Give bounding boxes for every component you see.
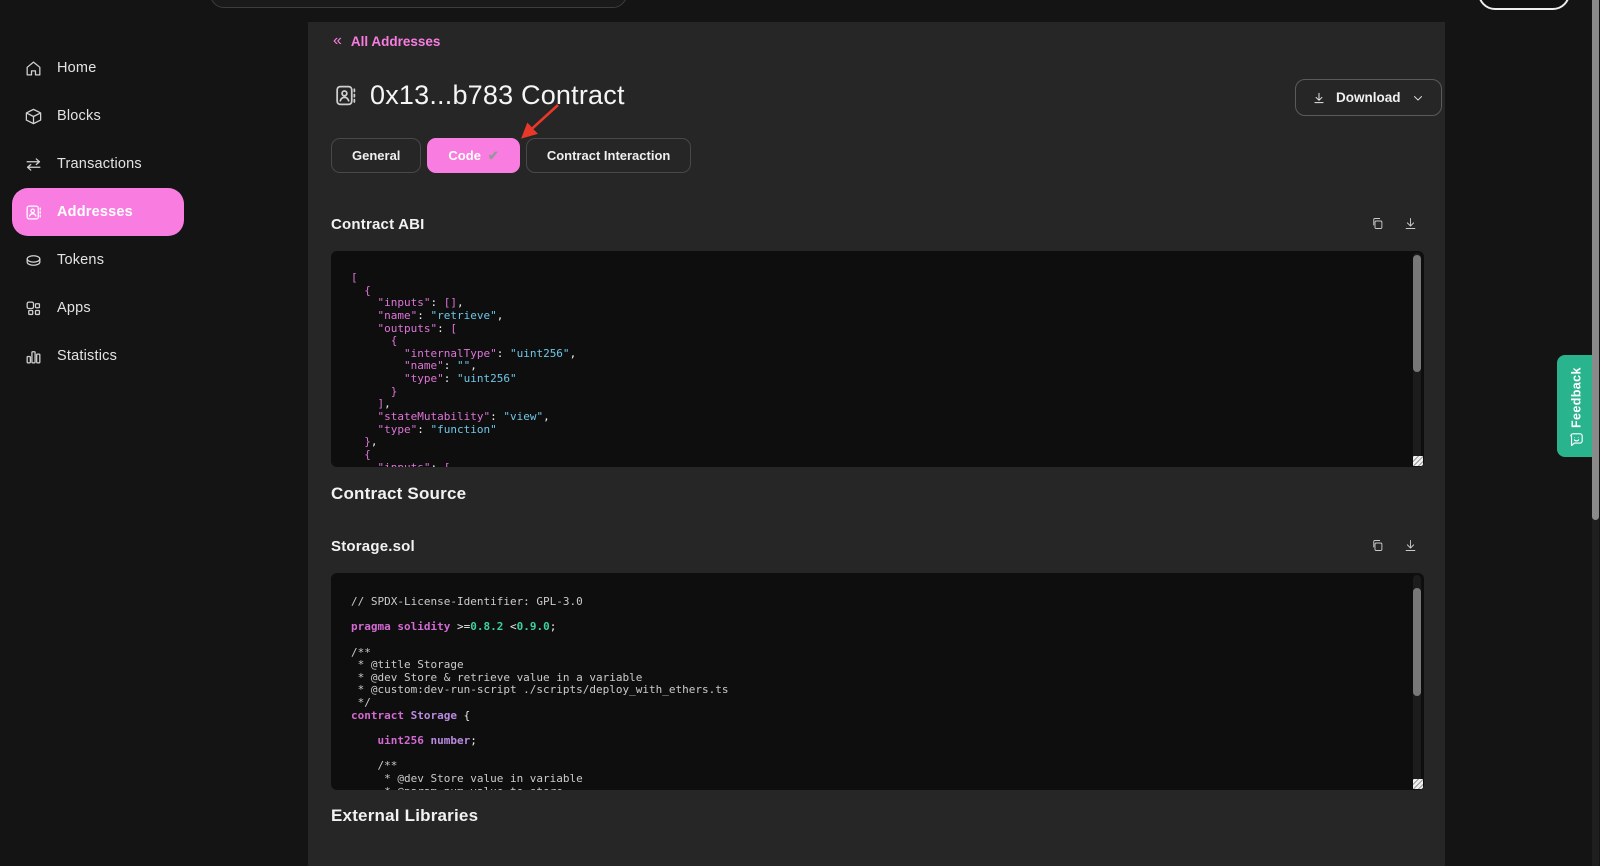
download-icon [1312, 91, 1326, 105]
sidebar-item-addresses[interactable]: Addresses [12, 188, 184, 236]
tab-label: Code [448, 148, 481, 163]
code-line: * @custom:dev-run-script ./scripts/deplo… [351, 684, 1410, 697]
source-scrollbar-thumb[interactable] [1413, 588, 1421, 696]
code-line: "type": "function" [351, 424, 1410, 437]
chevron-down-icon [1411, 91, 1425, 105]
sidebar-item-label: Blocks [57, 108, 101, 124]
cube-icon [24, 107, 43, 126]
code-line: "inputs": [], [351, 297, 1410, 310]
download-button[interactable]: Download [1295, 79, 1442, 116]
tab-bar: General Code ✔ Contract Interaction [331, 138, 691, 173]
apps-grid-icon [24, 299, 43, 318]
sidebar-item-home[interactable]: Home [12, 44, 184, 92]
sidebar-item-label: Home [57, 60, 96, 76]
code-line: // SPDX-License-Identifier: GPL-3.0 [351, 596, 1410, 609]
storage-sol-code-block: // SPDX-License-Identifier: GPL-3.0 pragm… [331, 573, 1424, 790]
code-line: pragma solidity >=0.8.2 <0.9.0; [351, 621, 1410, 634]
sidebar: Home Blocks Transactions Addresses Token… [0, 0, 308, 866]
tab-label: General [352, 148, 400, 163]
chat-smiley-icon [1568, 431, 1585, 448]
page-scrollbar-thumb[interactable] [1592, 0, 1599, 520]
contract-source-heading: Contract Source [331, 484, 466, 504]
contract-abi-code-block: [ { "inputs": [], "name": "retrieve", "o… [331, 251, 1424, 467]
tab-code[interactable]: Code ✔ [427, 138, 519, 173]
copy-icon[interactable] [1370, 538, 1385, 553]
code-line: "outputs": [ [351, 323, 1410, 336]
code-line: [ [351, 272, 1410, 285]
sidebar-item-label: Statistics [57, 348, 117, 364]
sidebar-item-blocks[interactable]: Blocks [12, 92, 184, 140]
download-icon[interactable] [1403, 538, 1418, 553]
code-line [351, 634, 1410, 647]
code-line: } [351, 386, 1410, 399]
breadcrumb-all-addresses[interactable]: « All Addresses [333, 33, 440, 49]
code-line: { [351, 285, 1410, 298]
code-line: "inputs": [ [351, 462, 1410, 467]
tab-contract-interaction[interactable]: Contract Interaction [526, 138, 692, 173]
code-line: "name": "retrieve", [351, 310, 1410, 323]
code-line: "internalType": "uint256", [351, 348, 1410, 361]
contract-abi-label: Contract ABI [331, 216, 425, 233]
coin-icon [24, 251, 43, 270]
code-line: * @param num value to store [351, 786, 1410, 790]
download-icon[interactable] [1403, 216, 1418, 231]
abi-code: [ { "inputs": [], "name": "retrieve", "o… [351, 272, 1410, 467]
tab-label: Contract Interaction [547, 148, 671, 163]
main-panel: « All Addresses 0x13...b783 Contract Dow… [308, 22, 1445, 866]
sidebar-item-label: Addresses [57, 204, 133, 220]
bar-chart-icon [24, 347, 43, 366]
sidebar-item-transactions[interactable]: Transactions [12, 140, 184, 188]
sidebar-item-tokens[interactable]: Tokens [12, 236, 184, 284]
sidebar-item-label: Apps [57, 300, 91, 316]
page-scrollbar[interactable] [1592, 0, 1599, 866]
tab-general[interactable]: General [331, 138, 421, 173]
double-chevron-left-icon: « [333, 33, 342, 49]
sidebar-item-statistics[interactable]: Statistics [12, 332, 184, 380]
sidebar-item-label: Transactions [57, 156, 142, 172]
feedback-label: Feedback [1557, 363, 1596, 433]
code-line: /** [351, 647, 1410, 660]
code-line: "stateMutability": "view", [351, 411, 1410, 424]
code-line [351, 722, 1410, 735]
abi-scrollbar[interactable] [1413, 253, 1421, 465]
source-file-label: Storage.sol [331, 538, 415, 555]
resize-handle[interactable] [1413, 779, 1423, 789]
copy-icon[interactable] [1370, 216, 1385, 231]
topright-button-partial[interactable] [1478, 0, 1570, 10]
page-title: 0x13...b783 Contract [370, 80, 625, 111]
home-icon [24, 59, 43, 78]
resize-handle[interactable] [1413, 456, 1423, 466]
checkmark-icon: ✔ [488, 148, 499, 164]
code-line: contract Storage { [351, 710, 1410, 723]
download-label: Download [1336, 90, 1401, 105]
storage-sol-code: // SPDX-License-Identifier: GPL-3.0 pragm… [351, 596, 1410, 790]
source-scrollbar[interactable] [1413, 575, 1421, 788]
code-line: { [351, 449, 1410, 462]
breadcrumb-label: All Addresses [351, 34, 441, 49]
sidebar-item-apps[interactable]: Apps [12, 284, 184, 332]
address-book-icon [333, 83, 358, 108]
address-book-icon [24, 203, 43, 222]
sidebar-item-label: Tokens [57, 252, 104, 268]
external-libraries-heading: External Libraries [331, 806, 478, 826]
code-line: */ [351, 697, 1410, 710]
abi-scrollbar-thumb[interactable] [1413, 255, 1421, 372]
transfer-arrows-icon [24, 155, 43, 174]
code-line [351, 748, 1410, 761]
code-line: uint256 number; [351, 735, 1410, 748]
feedback-button[interactable]: Feedback [1557, 355, 1596, 457]
code-line: "type": "uint256" [351, 373, 1410, 386]
code-line: }, [351, 436, 1410, 449]
